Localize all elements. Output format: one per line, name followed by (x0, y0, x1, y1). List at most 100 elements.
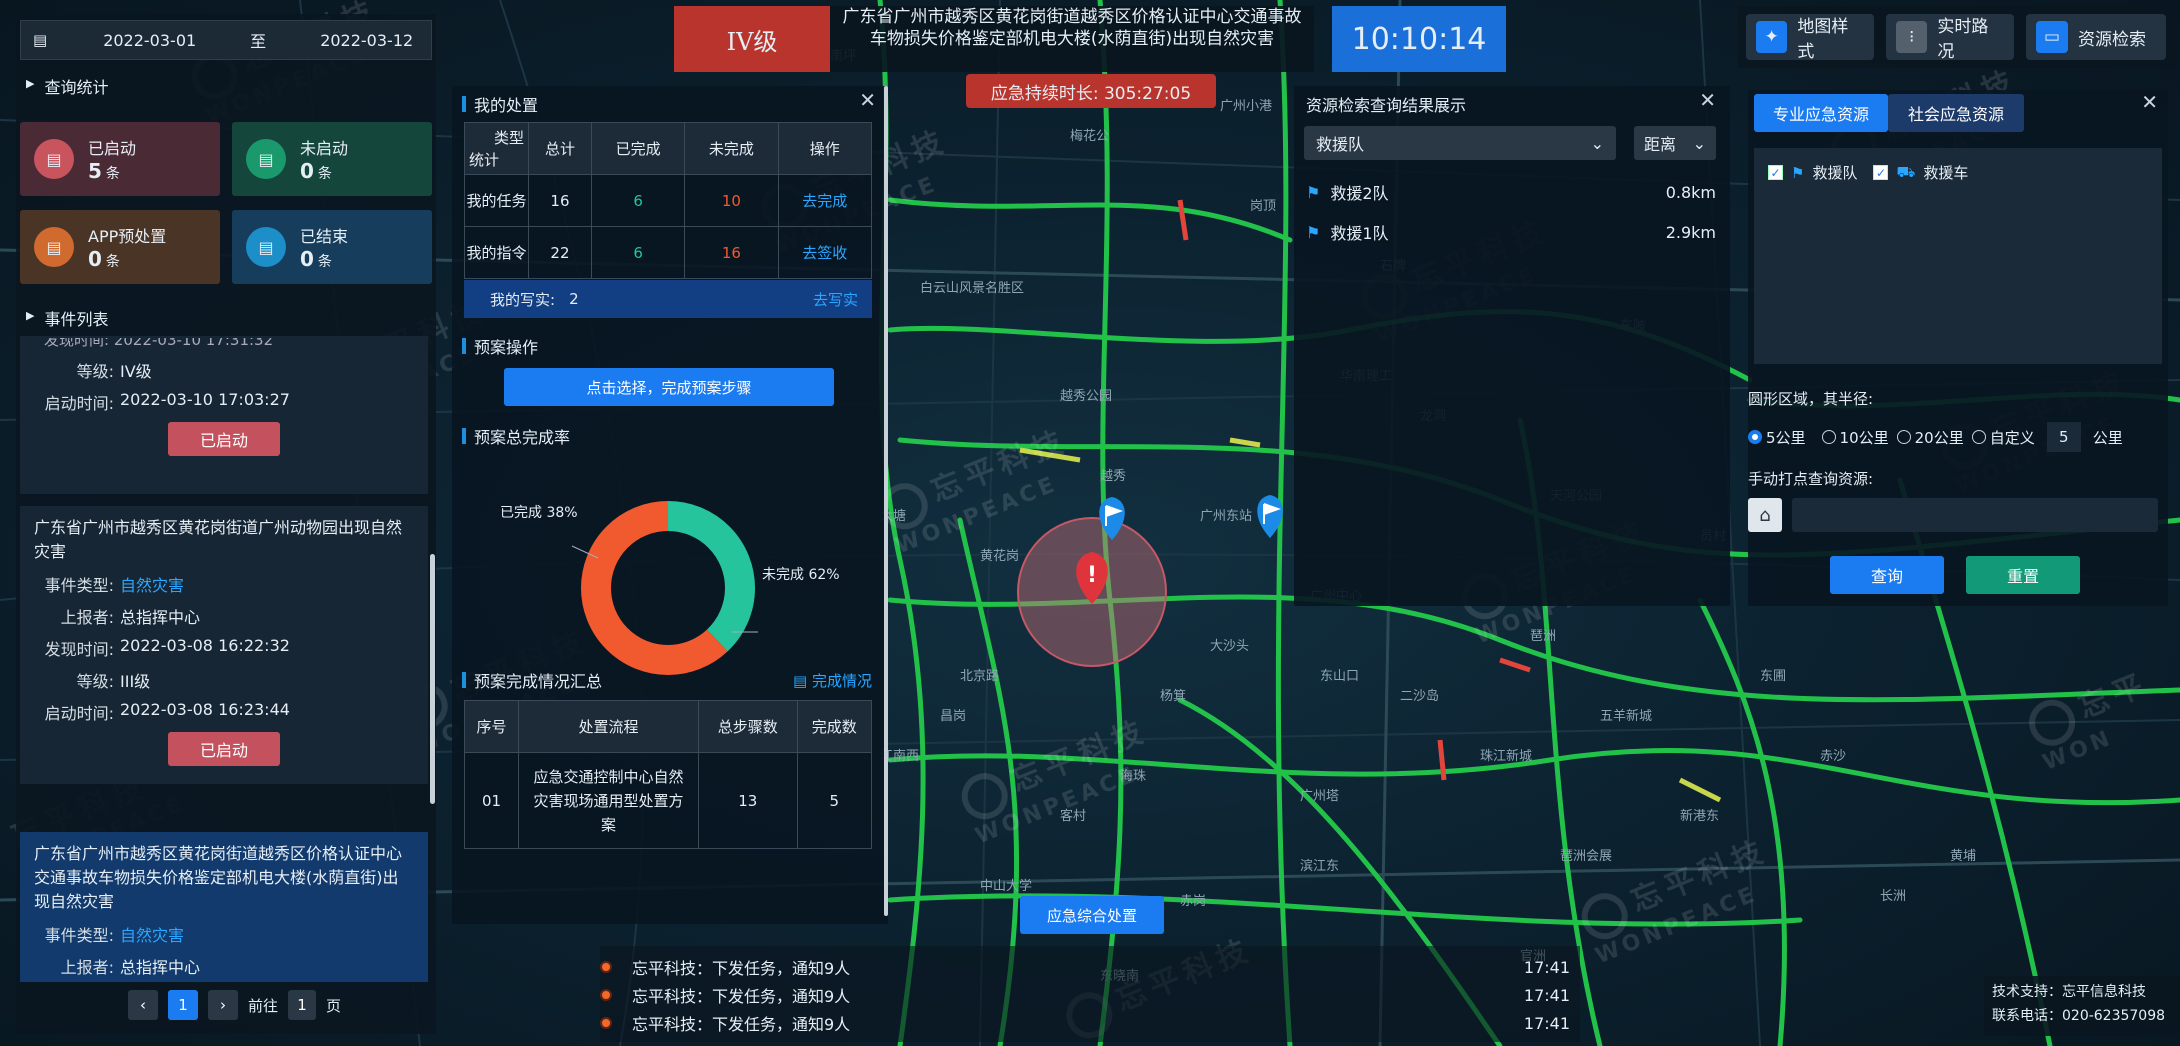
date-range-picker[interactable]: ▤ 2022-03-01 至 2022-03-12 (20, 20, 432, 60)
col-undone: 未完成 (684, 122, 779, 175)
date-start[interactable]: 2022-03-01 (103, 31, 196, 50)
goto-page-input[interactable]: 1 (288, 990, 317, 1020)
radio-custom[interactable] (1971, 430, 1986, 444)
support-line-1: 技术支持：忘平信息科技 (1992, 984, 2146, 1000)
cell-flow: 应急交通控制中心自然灾害现场通用型处置方案 (518, 752, 699, 849)
incident-title: 广东省广州市越秀区黄花岗街道越秀区价格认证中心交通事故车物损失价格鉴定部机电大楼… (830, 6, 1314, 72)
scrollbar[interactable] (430, 554, 435, 804)
goto-complete-link[interactable]: 去完成 (777, 174, 873, 227)
goto-sign-link[interactable]: 去签收 (777, 226, 873, 279)
flag-icon: ⚑ (1306, 222, 1321, 242)
map-style-button[interactable]: ✦ 地图样式 (1746, 14, 1874, 62)
map-place-label: 琶洲会展 (1560, 849, 1612, 864)
date-end[interactable]: 2022-03-12 (320, 31, 413, 50)
query-button[interactable]: 查询 (1830, 556, 1944, 594)
traffic-light-icon: ⁝ (1896, 21, 1928, 53)
col-steps: 总步骤数 (698, 700, 798, 753)
event-card-selected[interactable]: 广东省广州市越秀区黄花岗街道越秀区价格认证中心交通事故车物损失价格鉴定部机电大楼… (20, 832, 428, 982)
event-type-label: 事件类型: (44, 576, 114, 595)
event-reporter-label: 上报者: (60, 958, 114, 977)
checkbox-rescue-team[interactable]: ✓ (1768, 165, 1783, 180)
list-icon: ▤ (793, 671, 812, 690)
feed-item[interactable]: 忘平科技：下发任务，通知9人 17:41 (600, 980, 1580, 1010)
map-place-label: 滨江东 (1300, 858, 1339, 874)
traffic-button[interactable]: ⁝ 实时路况 (1886, 14, 2014, 62)
started-button[interactable]: 已启动 (168, 732, 280, 766)
event-type[interactable]: 自然灾害 (120, 572, 184, 596)
document-icon: ▤ (34, 139, 74, 179)
map-place-label: 长洲 (1880, 889, 1906, 904)
map-place-label: 广州东站 (1200, 509, 1252, 524)
cell-undone: 16 (684, 226, 779, 279)
cell-steps: 13 (698, 752, 798, 849)
title-bar (462, 428, 466, 444)
resource-results-title: 资源检索查询结果展示 (1306, 96, 1467, 115)
radio-5km[interactable] (1748, 430, 1762, 444)
event-card[interactable]: 发现时间: 2022-03-10 17:31:32 等级: IV级 启动时间: 20… (20, 336, 428, 494)
sort-select[interactable]: 距离 ⌄ (1634, 126, 1716, 160)
tab-social[interactable]: 社会应急资源 (1888, 94, 2024, 132)
radius-radio-group: 5公里 10公里 20公里 自定义 5 公里 (1748, 422, 2123, 452)
stat-app-predisposal[interactable]: ▤ APP预处置 0条 (20, 210, 220, 284)
goto-write-link[interactable]: 去写实 (813, 289, 858, 310)
scrollbar[interactable] (884, 86, 888, 916)
document-icon: ▤ (34, 227, 74, 267)
feed-time: 17:41 (1523, 985, 1570, 1005)
table-row[interactable]: 01 应急交通控制中心自然灾害现场通用型处置方案 13 5 (464, 752, 873, 849)
event-list-toggle[interactable]: ▶ 事件列表 (26, 306, 108, 330)
row-name: 我的任务 (464, 174, 529, 227)
next-page-button[interactable]: › (208, 990, 238, 1020)
feed-item[interactable]: 忘平科技：下发任务，通知9人 17:41 (600, 1008, 1580, 1038)
started-button[interactable]: 已启动 (168, 422, 280, 456)
resource-name: 救援2队 (1330, 184, 1389, 203)
query-stats-toggle[interactable]: ▶ 查询统计 (26, 74, 108, 98)
select-plan-button[interactable]: 点击选择，完成预案步骤 (504, 368, 834, 406)
stat-ended[interactable]: ▤ 已结束 0条 (232, 210, 432, 284)
custom-radius-input[interactable]: 5 (2046, 422, 2081, 452)
query-stats-label: 查询统计 (44, 78, 109, 97)
stat-label: 已启动 (88, 139, 137, 158)
tab-professional[interactable]: 专业应急资源 (1754, 94, 1888, 132)
stat-started[interactable]: ▤ 已启动 5条 (20, 122, 220, 196)
event-level-label: 等级: (76, 672, 114, 691)
radio-20km[interactable] (1896, 430, 1911, 444)
close-icon[interactable]: ✕ (2141, 90, 2158, 114)
stat-unit: 条 (105, 254, 120, 270)
feed-text: 忘平科技：下发任务，通知9人 (632, 959, 851, 978)
radio-10km[interactable] (1821, 430, 1836, 444)
feed-text: 忘平科技：下发任务，通知9人 (632, 1015, 851, 1034)
cell-total: 22 (528, 226, 592, 279)
my-write-bar: 我的写实: 2 去写实 (464, 280, 872, 318)
completion-link[interactable]: ▤ 完成情况 (793, 670, 872, 691)
cell-no: 01 (464, 752, 519, 849)
event-type[interactable]: 自然灾害 (120, 922, 184, 946)
list-item[interactable]: ⚑ 救援2队 0.8km (1306, 180, 1716, 204)
event-card[interactable]: 广东省广州市越秀区黄花岗街道广州动物园出现自然灾害 事件类型: 自然灾害 上报者:… (20, 506, 428, 784)
donut-undone-label: 未完成 62% (762, 567, 840, 583)
reset-button[interactable]: 重置 (1966, 556, 2080, 594)
event-start-time: 2022-03-08 16:23:44 (120, 700, 290, 719)
map-place-label: 赤沙 (1820, 749, 1846, 764)
map-place-label: 琶洲 (1530, 629, 1556, 644)
checkbox-rescue-vehicle[interactable]: ✓ (1873, 165, 1889, 180)
event-start-label: 启动时间: (44, 704, 114, 723)
event-list[interactable]: 发现时间: 2022-03-10 17:31:32 等级: IV级 启动时间: 20… (16, 336, 436, 982)
resource-filter-panel: 专业应急资源 社会应急资源 ✕ ✓ ⚑ 救援队 ✓ ⛟ 救援车 圆形区域，其半径… (1748, 90, 2168, 606)
page-1-button[interactable]: 1 (168, 990, 198, 1020)
emergency-disposal-button[interactable]: 应急综合处置 (1020, 896, 1164, 934)
plan-summary-table: 序号 处置流程 总步骤数 完成数 01 应急交通控制中心自然灾害现场通用型处置方… (464, 700, 873, 849)
prev-page-button[interactable]: ‹ (128, 990, 158, 1020)
my-disposal-table: 类型 统计 总计 已完成 未完成 操作 我的任务 16 6 10 去完成 我的指令… (464, 122, 873, 279)
map-pin-icon[interactable]: ⌂ (1748, 498, 1782, 532)
close-icon[interactable]: ✕ (859, 88, 876, 112)
map-place-label: 黄埔 (1950, 849, 1976, 864)
close-icon[interactable]: ✕ (1699, 88, 1716, 112)
stat-not-started[interactable]: ▤ 未启动 0条 (232, 122, 432, 196)
manual-point-input[interactable] (1792, 498, 2158, 532)
date-separator: 至 (250, 32, 267, 51)
feed-item[interactable]: 忘平科技：下发任务，通知9人 17:41 (600, 952, 1580, 982)
list-item[interactable]: ⚑ 救援1队 2.9km (1306, 220, 1716, 244)
resource-type-select[interactable]: 救援队 ⌄ (1304, 126, 1616, 160)
stat-label: 已结束 (300, 227, 349, 246)
resource-search-button[interactable]: ▭ 资源检索 (2026, 14, 2166, 60)
